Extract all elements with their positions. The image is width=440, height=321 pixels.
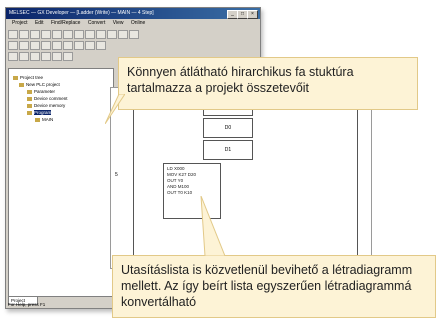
operand-box[interactable]: D0 (203, 118, 253, 138)
tree-callout: Könnyen átlátható hirarchikus fa stuktúr… (105, 57, 418, 124)
copy-icon[interactable] (63, 30, 73, 39)
open-icon[interactable] (19, 30, 29, 39)
tree-item-program[interactable]: Program (27, 110, 52, 115)
tree-item-main[interactable]: MAIN (35, 117, 53, 122)
function-icon[interactable] (41, 41, 51, 50)
folder-icon (27, 96, 32, 101)
window-title: MELSEC — GX Developer — [Ladder (Write) … (9, 10, 154, 16)
delete-line-icon[interactable] (74, 41, 84, 50)
menu-find[interactable]: Find/Replace (51, 20, 80, 26)
program-icon (35, 117, 40, 122)
menu-project[interactable]: Project (12, 20, 28, 26)
paste-icon[interactable] (74, 30, 84, 39)
callout-pointer (200, 196, 226, 256)
new-icon[interactable] (8, 30, 18, 39)
title-bar: MELSEC — GX Developer — [Ladder (Write) … (6, 8, 260, 19)
toolbar-1 (8, 29, 258, 39)
tree-item-parameter[interactable]: Parameter (27, 89, 55, 94)
left-power-rail (133, 88, 134, 268)
operand-box[interactable]: D1 (203, 140, 253, 160)
tree-root[interactable]: Project tree (13, 75, 43, 80)
folder-icon (27, 110, 32, 115)
folder-icon (19, 82, 24, 87)
list-callout: Utasításlista is közvetlenül bevihető a … (112, 196, 436, 318)
write-icon[interactable] (118, 30, 128, 39)
line-icon[interactable] (52, 41, 62, 50)
step-number: 5 (115, 172, 118, 178)
ladder-view-icon[interactable] (8, 52, 18, 61)
folder-icon (13, 75, 18, 80)
list-view-icon[interactable] (19, 52, 29, 61)
tree-callout-text: Könnyen átlátható hirarchikus fa stuktúr… (127, 65, 354, 95)
find-icon[interactable] (96, 30, 106, 39)
folder-icon (27, 89, 32, 94)
vline-icon[interactable] (63, 41, 73, 50)
print-icon[interactable] (41, 30, 51, 39)
monitor-icon[interactable] (107, 30, 117, 39)
convert-icon[interactable] (96, 41, 106, 50)
close-button[interactable]: × (247, 10, 258, 19)
tree-item-project[interactable]: New PLC project (19, 82, 60, 87)
zoom-icon[interactable] (41, 52, 51, 61)
callout-pointer (105, 94, 125, 124)
comment-icon[interactable] (30, 52, 40, 61)
read-icon[interactable] (129, 30, 139, 39)
tree-item-memory[interactable]: Device memory (27, 103, 65, 108)
right-power-rail (357, 88, 358, 268)
contact-nc-icon[interactable] (19, 41, 29, 50)
pulse-icon[interactable] (85, 41, 95, 50)
cut-icon[interactable] (52, 30, 62, 39)
coil-icon[interactable] (30, 41, 40, 50)
tree-item-comment[interactable]: Device comment (27, 96, 68, 101)
contact-icon[interactable] (8, 41, 18, 50)
menu-convert[interactable]: Convert (88, 20, 106, 26)
step-icon[interactable] (52, 52, 62, 61)
device-icon[interactable] (63, 52, 73, 61)
save-icon[interactable] (30, 30, 40, 39)
folder-icon (27, 103, 32, 108)
menu-view[interactable]: View (113, 20, 124, 26)
status-bar: For Help, press F1 (8, 302, 46, 307)
menu-online[interactable]: Online (131, 20, 145, 26)
menu-edit[interactable]: Edit (35, 20, 44, 26)
undo-icon[interactable] (85, 30, 95, 39)
menu-bar: Project Edit Find/Replace Convert View O… (6, 19, 260, 28)
list-callout-text: Utasításlista is közvetlenül bevihető a … (121, 263, 413, 309)
project-tree-pane: Project tree New PLC project Parameter D… (8, 68, 114, 297)
toolbar-2 (8, 40, 258, 50)
